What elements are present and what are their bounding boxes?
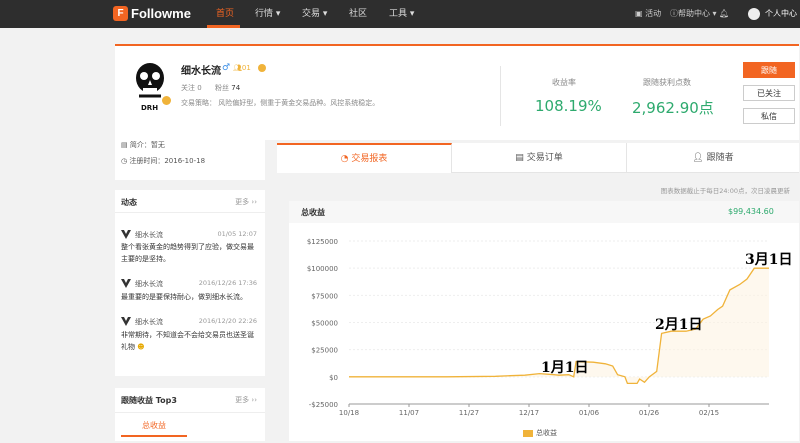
feed-time: 01/05 12:07 <box>217 230 257 238</box>
nav-home[interactable]: 首页 <box>216 0 234 28</box>
x-tick-label: 11/27 <box>459 409 479 417</box>
feed-text: 最重要的是要保持耐心，做到细水长流。 <box>121 293 247 301</box>
help-center-link[interactable]: ⓘ帮助中心 ▾ <box>670 0 717 28</box>
x-tick-label: 01/06 <box>579 409 600 417</box>
x-tick-label: 11/07 <box>399 409 419 417</box>
top3-panel: 跟随收益 Top3 更多 ›› 总收益 <box>115 388 265 441</box>
chart-note: 图表数据截止于每日24:00点，次日凌晨更新 <box>660 187 790 195</box>
person-icon: 👤︎ <box>692 153 704 163</box>
top-nav-bar: F Followme 首页 行情 ▾ 交易 ▾ 社区 工具 ▾ ▣ 活动 ⓘ帮助中… <box>0 0 800 28</box>
user-avatar-icon <box>121 279 131 288</box>
user-avatar-icon <box>121 317 131 326</box>
tab-trade-orders[interactable]: ▤ 交易订单 <box>452 143 627 173</box>
fans-count: 粉丝 74 <box>215 84 241 92</box>
feed-author[interactable]: 细水长流 <box>135 317 163 327</box>
x-tick-label: 02/15 <box>699 409 719 417</box>
annotation-jan1: 1月1日 <box>541 360 589 376</box>
gift-icon: ▣ <box>635 9 643 18</box>
nav-market[interactable]: 行情 ▾ <box>255 0 280 28</box>
feed-author[interactable]: 细水长流 <box>135 279 163 289</box>
feed-author[interactable]: 细水长流 <box>135 230 163 240</box>
message-button[interactable]: 私信 <box>743 108 795 124</box>
strategy-text: 交易策略： 风险偏好型，侧重于黄金交易品种。风控系统稳定。 <box>181 99 380 107</box>
bell-icon[interactable]: 🔔︎ <box>719 0 729 28</box>
profile-card: DRH 细水长流 ♂ 👥︎01 关注 0 粉丝 74 交易策略： 风险偏好型，侧… <box>115 44 799 140</box>
x-tick-label: 12/17 <box>519 409 539 417</box>
feed-time: 2016/12/20 22:26 <box>198 317 257 325</box>
activity-link[interactable]: ▣ 活动 <box>635 0 661 28</box>
top3-more-link[interactable]: 更多 ›› <box>235 395 257 405</box>
medal-icon <box>258 64 266 72</box>
annotation-mar1: 3月1日 <box>745 252 793 268</box>
level-badge: 👥︎01 <box>233 64 251 72</box>
x-tick-label: 01/26 <box>639 409 660 417</box>
y-tick-label: -$25000 <box>309 401 338 409</box>
chart-total: $99,434.60 <box>728 207 774 216</box>
chart-plot: $125000 $100000 $75000 $50000 $25000 $0 -$2500… <box>289 223 799 441</box>
y-tick-label: $0 <box>329 374 338 382</box>
user-avatar[interactable] <box>748 8 760 20</box>
followme-logo[interactable]: F Followme <box>113 6 191 21</box>
y-tick-label: $75000 <box>311 292 338 300</box>
points-label: 跟随获利点数 <box>643 78 691 87</box>
verified-badge-icon <box>162 96 171 105</box>
feed-time: 2016/12/26 17:36 <box>198 279 257 287</box>
y-tick-label: $25000 <box>311 347 338 355</box>
trader-name: 细水长流 <box>181 66 221 77</box>
y-tick-label: $125000 <box>307 238 338 246</box>
logo-icon: F <box>113 6 128 21</box>
help-icon: ⓘ <box>670 9 678 18</box>
rate-value: 108.19% <box>535 97 602 115</box>
intro-panel: ▤ 简介：暂无 ◷ 注册时间：2016-10-18 <box>115 140 265 180</box>
tab-total-profit[interactable]: 总收益 <box>121 420 187 437</box>
followed-button[interactable]: 已关注 <box>743 85 795 101</box>
y-tick-label: $50000 <box>311 320 338 328</box>
intro-brief: ▤ 简介：暂无 <box>121 141 165 149</box>
nav-trade[interactable]: 交易 ▾ <box>302 0 327 28</box>
info-icon: ▤ <box>121 141 128 149</box>
chart-header <box>289 201 799 223</box>
divider <box>500 66 501 126</box>
male-icon: ♂ <box>222 63 231 73</box>
feed-more-link[interactable]: 更多 ›› <box>235 197 257 207</box>
avatar-caption: DRH <box>141 104 159 112</box>
feed-text: 整个看张黄金的趋势得到了应验，做交易最主要的是坚持。 <box>121 243 254 263</box>
report-icon: ◔ <box>340 154 349 164</box>
divider <box>115 412 265 413</box>
clock-icon: ◷ <box>121 157 128 165</box>
nav-tools[interactable]: 工具 ▾ <box>389 0 414 28</box>
chart-legend[interactable]: 总收益 <box>523 428 557 438</box>
register-date: ◷ 注册时间：2016-10-18 <box>121 157 206 165</box>
personal-center-link[interactable]: 个人中心 <box>765 0 797 28</box>
annotation-feb1: 2月1日 <box>655 317 703 333</box>
profit-line-chart: $125000 $100000 $75000 $50000 $25000 $0 -$2500… <box>307 238 769 417</box>
points-value: 2,962.90点 <box>632 99 714 117</box>
follow-button[interactable]: 跟随 <box>743 62 795 78</box>
nav-active-underline <box>207 25 240 28</box>
follow-count: 关注 0 <box>181 84 202 92</box>
nav-community[interactable]: 社区 <box>349 0 367 28</box>
sunglasses-emoji-icon: ☻ <box>137 343 145 351</box>
list-icon: ▤ <box>515 153 524 163</box>
user-avatar-icon <box>121 230 131 239</box>
feed-title: 动态 <box>121 198 137 207</box>
report-tabs: ◔ 交易报表 ▤ 交易订单 👤︎ 跟随者 <box>277 143 799 173</box>
rate-label: 收益率 <box>552 78 576 87</box>
feed-text: 非常期待，不知道会不会给交易员也送圣诞礼物 ☻ <box>121 331 254 351</box>
top3-title: 跟随收益 Top3 <box>121 396 177 405</box>
y-tick-label: $100000 <box>307 265 338 273</box>
tab-trade-report[interactable]: ◔ 交易报表 <box>277 143 452 173</box>
legend-swatch <box>523 429 533 437</box>
x-tick-label: 10/18 <box>339 409 359 417</box>
chart-title: 总收益 <box>301 208 325 217</box>
feed-panel: 动态 更多 ›› 细水长流 01/05 12:07 整个看张黄金的趋势得到了应验… <box>115 190 265 376</box>
divider <box>115 212 265 213</box>
tab-followers[interactable]: 👤︎ 跟随者 <box>627 143 799 173</box>
